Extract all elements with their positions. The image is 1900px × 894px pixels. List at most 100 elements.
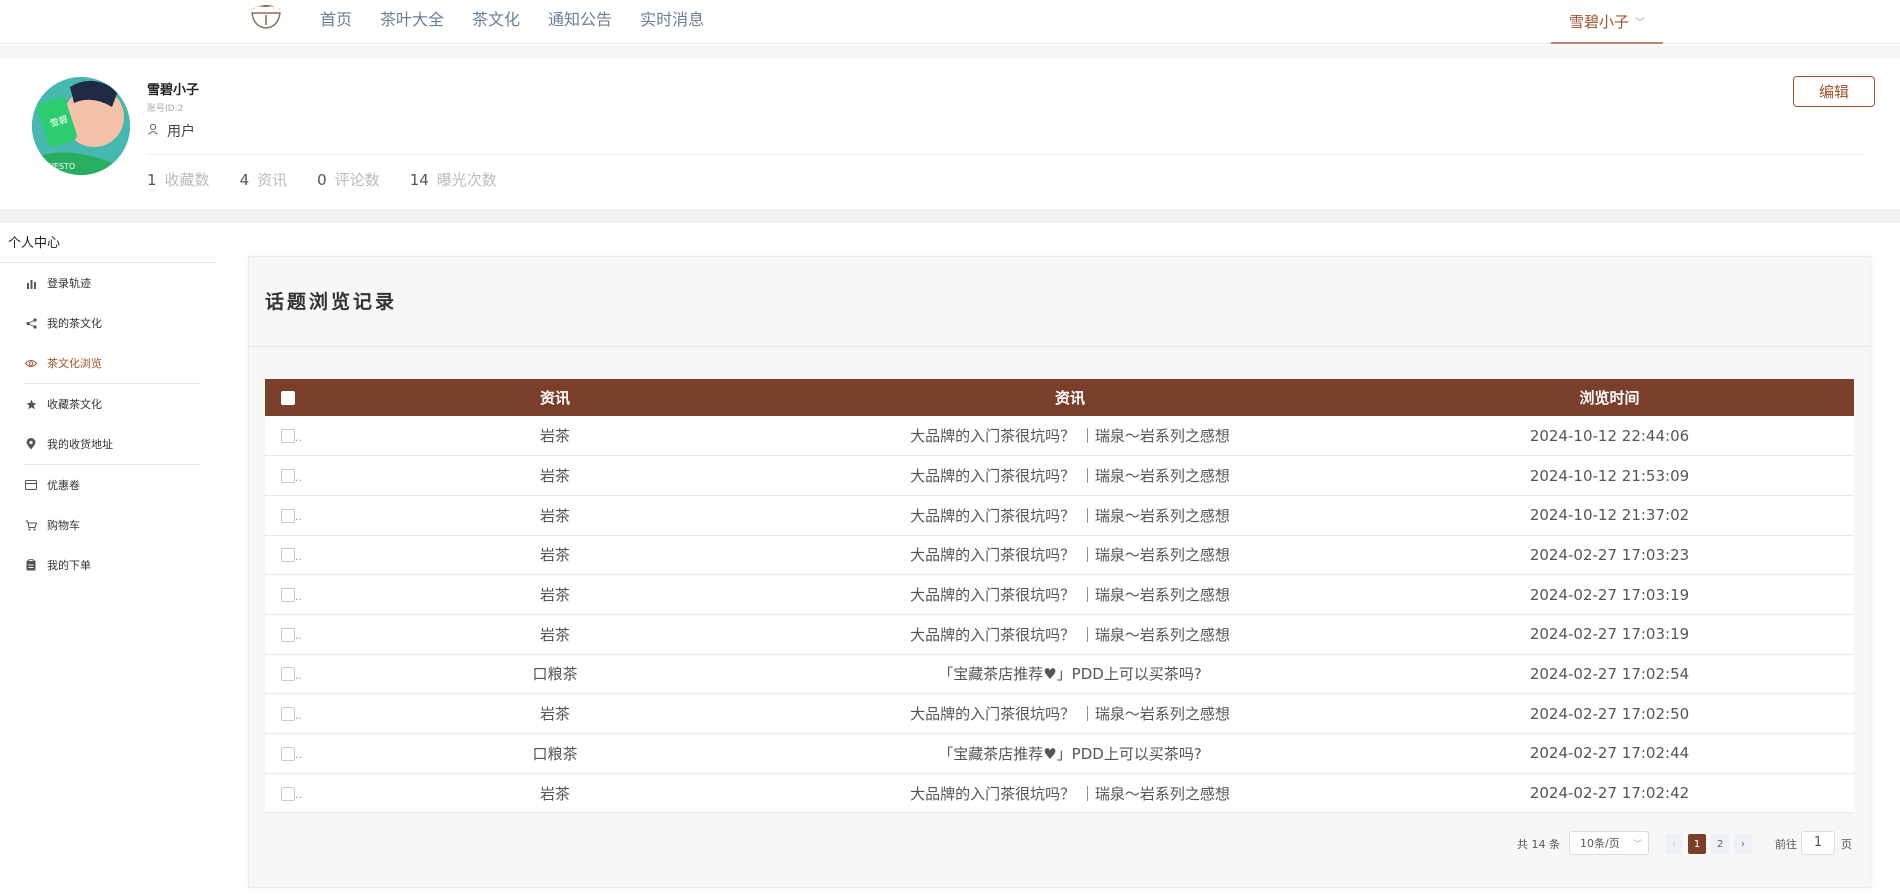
- table-row[interactable]: .. 口粮茶 「宝藏茶店推荐♥」PDD上可以买茶吗? 2024-02-27 17:02…: [265, 733, 1854, 774]
- table-row[interactable]: .. 岩茶 大品牌的入门茶很坑吗？ ｜瑞泉～岩系列之感想 2024-02-27 17:…: [265, 693, 1854, 734]
- sidebar-item-my-orders[interactable]: 我的下单: [0, 545, 218, 585]
- row-time: 2024-02-27 17:02:54: [1529, 664, 1690, 683]
- row-title[interactable]: 大品牌的入门茶很坑吗？ ｜瑞泉～岩系列之感想: [775, 575, 1365, 615]
- row-checkbox[interactable]: [281, 548, 295, 563]
- nav-item-live-news[interactable]: 实时消息: [640, 0, 732, 40]
- nav-item-tea-culture[interactable]: 茶文化: [472, 0, 548, 40]
- table-row[interactable]: .. 岩茶 大品牌的入门茶很坑吗？ ｜瑞泉～岩系列之感想 2024-02-27 17:…: [265, 614, 1854, 655]
- page-button-2[interactable]: 2: [1711, 834, 1729, 854]
- table-header-row: 资讯 资讯 浏览时间: [265, 379, 1854, 416]
- edit-profile-button[interactable]: 编辑: [1793, 76, 1875, 107]
- profile-role: 用户: [147, 121, 195, 141]
- row-category: 岩茶: [539, 546, 570, 565]
- row-checkbox[interactable]: [281, 707, 295, 722]
- row-title[interactable]: 大品牌的入门茶很坑吗？ ｜瑞泉～岩系列之感想: [775, 773, 1365, 813]
- table-row[interactable]: .. 口粮茶 「宝藏茶店推荐♥」PDD上可以买茶吗? 2024-02-27 17:02…: [265, 654, 1854, 694]
- ellipsis-icon: ..: [295, 788, 302, 802]
- ellipsis-icon: ..: [295, 708, 302, 722]
- sidebar-item-favorite-tea-culture[interactable]: 收藏茶文化: [0, 384, 218, 424]
- row-title[interactable]: 大品牌的入门茶很坑吗？ ｜瑞泉～岩系列之感想: [775, 495, 1365, 535]
- row-select-cell: ..: [265, 614, 335, 654]
- goto-page-input[interactable]: 1: [1801, 831, 1835, 855]
- row-title[interactable]: 大品牌的入门茶很坑吗？ ｜瑞泉～岩系列之感想: [775, 694, 1365, 734]
- top-nav: · 首页 茶叶大全 茶文化 通知公告 实时消息 雪碧小子 ﹀: [0, 0, 1900, 44]
- chevron-down-icon: ﹀: [1635, 17, 1645, 29]
- row-checkbox[interactable]: [281, 627, 295, 642]
- table-row[interactable]: .. 岩茶 大品牌的入门茶很坑吗？ ｜瑞泉～岩系列之感想 2024-10-12 21:…: [265, 455, 1854, 496]
- location-icon: [25, 438, 37, 450]
- row-select-cell: ..: [265, 654, 335, 694]
- avatar: 雪碧 WESTO: [32, 77, 130, 175]
- row-title[interactable]: 大品牌的入门茶很坑吗？ ｜瑞泉～岩系列之感想: [775, 614, 1365, 654]
- ellipsis-icon: ..: [295, 510, 302, 524]
- select-all-checkbox[interactable]: [281, 391, 295, 405]
- sidebar-item-my-tea-culture[interactable]: 我的茶文化: [0, 303, 218, 343]
- row-category: 岩茶: [539, 705, 570, 724]
- row-time: 2024-10-12 21:53:09: [1529, 466, 1690, 485]
- row-select-cell: ..: [265, 773, 335, 813]
- column-header: 浏览时间: [1579, 389, 1640, 407]
- nav-item-notices[interactable]: 通知公告: [548, 0, 640, 40]
- profile-band: [0, 209, 1900, 223]
- row-category: 岩茶: [539, 784, 570, 803]
- share-icon: [25, 317, 37, 329]
- row-title[interactable]: 「宝藏茶店推荐♥」PDD上可以买茶吗?: [775, 734, 1365, 774]
- history-table: 资讯 资讯 浏览时间 .. 岩茶 大品牌的入门茶很坑吗？ ｜瑞泉～岩系列之感想 202…: [265, 379, 1854, 813]
- pagination: 共 14 条 10条/页 ﹀ ‹ 1 2 › 前往 1 页: [249, 831, 1870, 857]
- row-title[interactable]: 大品牌的入门茶很坑吗？ ｜瑞泉～岩系列之感想: [775, 456, 1365, 496]
- ellipsis-icon: ..: [295, 549, 302, 563]
- ellipsis-icon: ..: [295, 668, 302, 682]
- nav-item-home[interactable]: 首页: [320, 0, 380, 40]
- row-checkbox[interactable]: [281, 429, 295, 444]
- row-checkbox[interactable]: [281, 588, 295, 603]
- row-title[interactable]: 「宝藏茶店推荐♥」PDD上可以买茶吗?: [775, 654, 1365, 694]
- row-time: 2024-02-27 17:03:23: [1529, 545, 1690, 564]
- prev-page-button[interactable]: ‹: [1665, 834, 1683, 854]
- table-row[interactable]: .. 岩茶 大品牌的入门茶很坑吗？ ｜瑞泉～岩系列之感想 2024-10-12 21:…: [265, 495, 1854, 536]
- page-size-select[interactable]: 10条/页 ﹀: [1569, 831, 1649, 855]
- page-button-1[interactable]: 1: [1688, 834, 1706, 854]
- row-checkbox[interactable]: [281, 508, 295, 523]
- goto-label: 前往: [1775, 838, 1797, 851]
- user-menu[interactable]: 雪碧小子 ﹀: [1551, 0, 1663, 44]
- row-time: 2024-02-27 17:03:19: [1529, 585, 1690, 604]
- profile-panel: 雪碧 WESTO 雪碧小子 账号ID:2 用户 1 收藏数 4 资讯 0 评论数 14…: [0, 59, 1900, 209]
- site-logo[interactable]: ·: [246, 1, 286, 39]
- row-time: 2024-02-27 17:02:44: [1529, 744, 1690, 763]
- stat-articles: 4 资讯: [239, 171, 288, 189]
- row-checkbox[interactable]: [281, 469, 295, 484]
- table-row[interactable]: .. 岩茶 大品牌的入门茶很坑吗？ ｜瑞泉～岩系列之感想 2024-02-27 17:…: [265, 574, 1854, 615]
- bar-chart-icon: [25, 277, 37, 289]
- row-category: 岩茶: [539, 467, 570, 486]
- row-checkbox[interactable]: [281, 786, 295, 801]
- sidebar-item-login-history[interactable]: 登录轨迹: [0, 263, 218, 303]
- row-select-cell: ..: [265, 575, 335, 615]
- nav-item-tea-encyclopedia[interactable]: 茶叶大全: [380, 0, 472, 40]
- svg-text:·: ·: [265, 33, 267, 39]
- sidebar-item-coupons[interactable]: 优惠卷: [0, 465, 218, 505]
- table-row[interactable]: .. 岩茶 大品牌的入门茶很坑吗？ ｜瑞泉～岩系列之感想 2024-10-12 22:…: [265, 416, 1854, 456]
- sidebar-item-tea-culture-browse[interactable]: 茶文化浏览: [0, 343, 218, 383]
- row-category: 口粮茶: [532, 665, 578, 684]
- profile-role-label: 用户: [167, 124, 195, 140]
- header-band: [0, 45, 1900, 59]
- chevron-left-icon: ‹: [1672, 838, 1676, 850]
- row-category: 岩茶: [539, 586, 570, 605]
- user-menu-name: 雪碧小子: [1568, 12, 1629, 31]
- row-title[interactable]: 大品牌的入门茶很坑吗？ ｜瑞泉～岩系列之感想: [775, 535, 1365, 575]
- next-page-button[interactable]: ›: [1734, 834, 1752, 854]
- column-header: 资讯: [539, 389, 570, 407]
- row-checkbox[interactable]: [281, 667, 295, 682]
- table-row[interactable]: .. 岩茶 大品牌的入门茶很坑吗？ ｜瑞泉～岩系列之感想 2024-02-27 17:…: [265, 535, 1854, 575]
- row-checkbox[interactable]: [281, 746, 295, 761]
- row-time: 2024-02-27 17:02:42: [1529, 784, 1690, 803]
- row-title[interactable]: 大品牌的入门茶很坑吗？ ｜瑞泉～岩系列之感想: [775, 416, 1365, 456]
- goto-suffix: 页: [1841, 838, 1852, 851]
- stat-favorites: 1 收藏数: [147, 171, 210, 189]
- browse-history-card: 话题浏览记录 资讯 资讯 浏览时间 .. 岩茶 大品牌的入门茶很坑吗？ ｜瑞泉～岩系…: [248, 256, 1871, 888]
- pagination-total: 共 14 条: [1517, 838, 1560, 851]
- sidebar-item-cart[interactable]: 购物车: [0, 505, 218, 545]
- card-icon: [25, 479, 37, 491]
- sidebar-item-shipping-address[interactable]: 我的收货地址: [0, 424, 218, 464]
- table-row[interactable]: .. 岩茶 大品牌的入门茶很坑吗？ ｜瑞泉～岩系列之感想 2024-02-27 17:…: [265, 773, 1854, 813]
